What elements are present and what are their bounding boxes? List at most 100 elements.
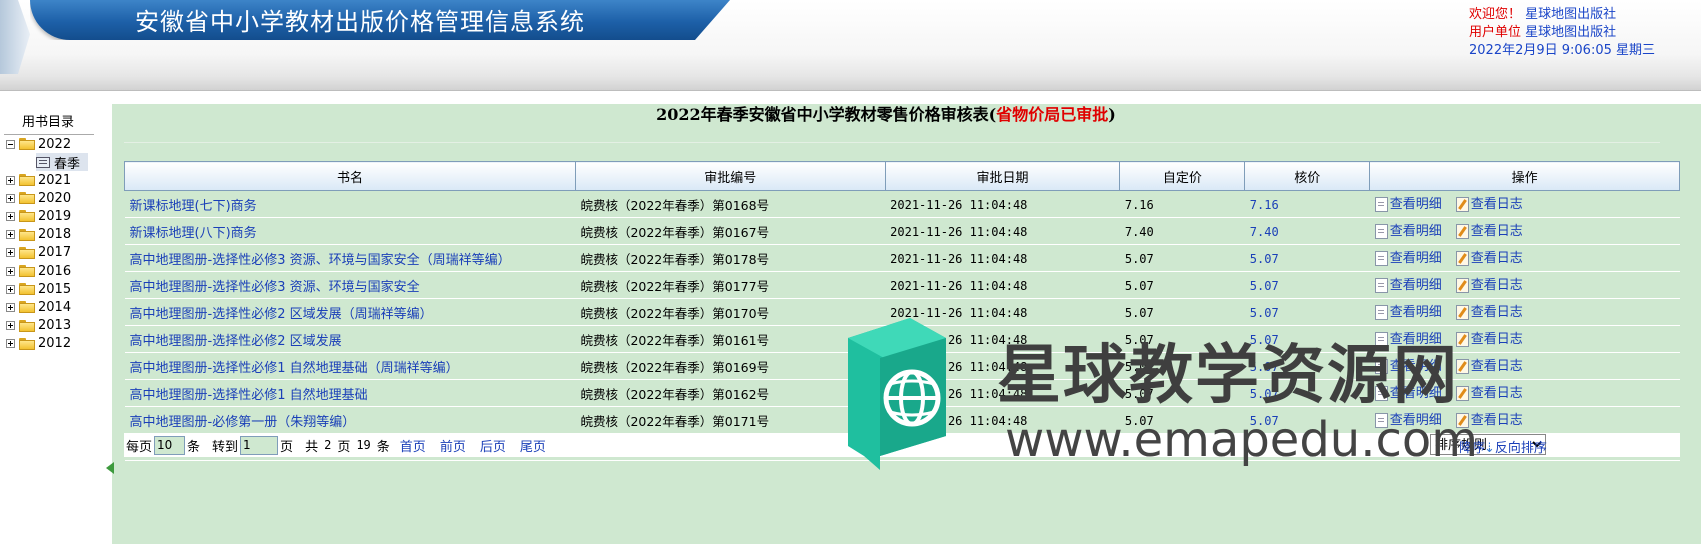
folder-icon [19, 337, 35, 350]
tree-node-year[interactable]: 2013 [6, 317, 71, 335]
welcome-label: 欢迎您！ [1469, 7, 1522, 22]
tree-node-year[interactable]: 2018 [6, 226, 71, 244]
book-name-link[interactable]: 高中地理图册-选择性必修1 自然地理基础（周瑞祥等编） [130, 361, 459, 376]
book-name-link[interactable]: 高中地理图册-选择性必修2 区域发展（周瑞祥等编） [130, 307, 433, 322]
view-detail-link[interactable]: 查看明细 [1374, 355, 1442, 374]
collapse-sidebar-arrow-icon[interactable] [106, 462, 114, 474]
col-header-approval-date[interactable]: 审批日期 [884, 161, 1121, 191]
per-page-input[interactable] [154, 435, 186, 455]
unit-value: 星球地图出版社 [1525, 25, 1617, 40]
book-name-link[interactable]: 高中地理图册-选择性必修1 自然地理基础 [130, 388, 368, 403]
view-detail-link[interactable]: 查看明细 [1374, 274, 1442, 293]
col-header-book-name[interactable]: 书名 [124, 161, 576, 191]
edit-log-icon [1455, 413, 1469, 428]
self-price: 5.07 [1124, 305, 1154, 320]
collapse-icon[interactable] [6, 139, 15, 149]
tree-node-year[interactable]: 2021 [6, 171, 71, 189]
view-detail-link[interactable]: 查看明细 [1374, 328, 1442, 347]
expand-icon[interactable] [6, 302, 15, 312]
reverse-sort-label: 反向排序 [1494, 441, 1547, 456]
view-detail-link[interactable]: 查看明细 [1374, 193, 1442, 212]
view-detail-label: 查看明细 [1389, 278, 1442, 293]
view-detail-link[interactable]: 查看明细 [1374, 301, 1442, 320]
approved-price: 5.07 [1249, 278, 1279, 293]
tree-node-year[interactable]: 2016 [6, 262, 71, 280]
sort-desc-link[interactable]: 降序 [1459, 437, 1485, 456]
edit-log-icon [1455, 224, 1469, 239]
expand-icon[interactable] [6, 211, 15, 221]
approval-date: 2021-11-26 11:04:48 [890, 413, 1028, 428]
expand-icon[interactable] [6, 248, 15, 258]
datetime: 2022年2月9日 9:06:05 星期三 [1469, 43, 1656, 58]
goto-page-input[interactable] [240, 435, 279, 455]
prev-page-link[interactable]: 前页 [440, 436, 466, 455]
book-name-link[interactable]: 高中地理图册-选择性必修2 区域发展 [130, 334, 342, 349]
expand-icon[interactable] [6, 266, 15, 276]
approved-price: 5.07 [1249, 305, 1279, 320]
tree-node-year[interactable]: 2020 [6, 189, 71, 207]
total-pages: 2 [324, 438, 332, 452]
book-name-link[interactable]: 新课标地理(八下)商务 [130, 226, 257, 241]
expand-icon[interactable] [6, 193, 15, 203]
tree-node-year[interactable]: 2017 [6, 244, 71, 262]
next-page-link[interactable]: 后页 [480, 436, 506, 455]
expand-icon[interactable] [6, 230, 15, 240]
user-info: 欢迎您！ 星球地图出版社 用户单位 星球地图出版社 2022年2月9日 9:06… [1469, 6, 1655, 60]
document-icon [1374, 332, 1388, 347]
book-name-link[interactable]: 高中地理图册-选择性必修3 资源、环境与国家安全 [130, 280, 420, 295]
edit-log-icon [1455, 305, 1469, 320]
view-detail-link[interactable]: 查看明细 [1374, 409, 1442, 428]
col-header-approved-price[interactable]: 核价 [1244, 161, 1371, 191]
approval-date: 2021-11-26 11:04:48 [890, 224, 1028, 239]
view-detail-link[interactable]: 查看明细 [1374, 382, 1442, 401]
tree-node-year[interactable]: 2012 [6, 335, 71, 353]
book-name-link[interactable]: 高中地理图册-必修第一册（朱翔等编） [130, 415, 356, 430]
view-log-link[interactable]: 查看日志 [1455, 355, 1523, 374]
approval-code: 皖费核（2022年春季）第0162号 [580, 386, 770, 402]
table-row: 高中地理图册-选择性必修3 资源、环境与国家安全 皖费核（2022年春季）第017… [124, 271, 1680, 299]
document-icon [1374, 224, 1388, 239]
view-log-link[interactable]: 查看日志 [1455, 409, 1523, 428]
col-header-actions: 操作 [1369, 161, 1680, 191]
goto-label: 转到 [212, 439, 239, 455]
view-log-link[interactable]: 查看日志 [1455, 193, 1523, 212]
view-log-link[interactable]: 查看日志 [1455, 247, 1523, 266]
total-items: 19 [356, 438, 371, 452]
expand-icon[interactable] [6, 339, 15, 349]
table-row: 高中地理图册-必修第一册（朱翔等编） 皖费核（2022年春季）第0171号 2021… [124, 406, 1680, 434]
expand-icon[interactable] [6, 321, 15, 331]
view-log-link[interactable]: 查看日志 [1455, 301, 1523, 320]
view-log-link[interactable]: 查看日志 [1455, 274, 1523, 293]
col-header-approval-code[interactable]: 审批编号 [574, 161, 886, 191]
approval-code: 皖费核（2022年春季）第0169号 [580, 359, 770, 375]
document-icon [1374, 413, 1388, 428]
book-name-link[interactable]: 高中地理图册-选择性必修3 资源、环境与国家安全（周瑞祥等编） [130, 253, 511, 268]
expand-icon[interactable] [6, 175, 15, 185]
tree-node-year[interactable]: 2015 [6, 280, 71, 298]
view-log-link[interactable]: 查看日志 [1455, 328, 1523, 347]
tree-node-year[interactable]: 2014 [6, 298, 71, 316]
tree-node-2022[interactable]: 2022 [6, 135, 71, 153]
reverse-sort-link[interactable]: ⇣反向排序 [1484, 437, 1547, 456]
pagination-bar: 每页 条 转到 页 共 2 页 19 条 首页 前页 后页 尾页 排序规则 降序… [124, 433, 1680, 457]
tree-node-spring[interactable]: 春季 [36, 153, 89, 172]
approval-code: 皖费核（2022年春季）第0178号 [580, 251, 770, 267]
view-detail-link[interactable]: 查看明细 [1374, 247, 1442, 266]
col-header-self-price[interactable]: 自定价 [1119, 161, 1246, 191]
edit-log-icon [1455, 386, 1469, 401]
self-price: 5.07 [1124, 251, 1154, 266]
expand-icon[interactable] [6, 284, 15, 294]
last-page-link[interactable]: 尾页 [520, 436, 546, 455]
approved-price: 5.07 [1249, 386, 1279, 401]
approved-price: 5.07 [1249, 359, 1279, 374]
view-log-link[interactable]: 查看日志 [1455, 220, 1523, 239]
tree-node-year[interactable]: 2019 [6, 207, 71, 225]
first-page-link[interactable]: 首页 [400, 436, 426, 455]
per-page-unit: 条 [187, 439, 201, 455]
view-log-link[interactable]: 查看日志 [1455, 382, 1523, 401]
book-name-link[interactable]: 新课标地理(七下)商务 [130, 199, 257, 214]
approval-status: 省物价局已审批 [996, 105, 1109, 124]
view-detail-link[interactable]: 查看明细 [1374, 220, 1442, 239]
list-icon [36, 156, 50, 168]
view-detail-label: 查看明细 [1389, 359, 1442, 374]
